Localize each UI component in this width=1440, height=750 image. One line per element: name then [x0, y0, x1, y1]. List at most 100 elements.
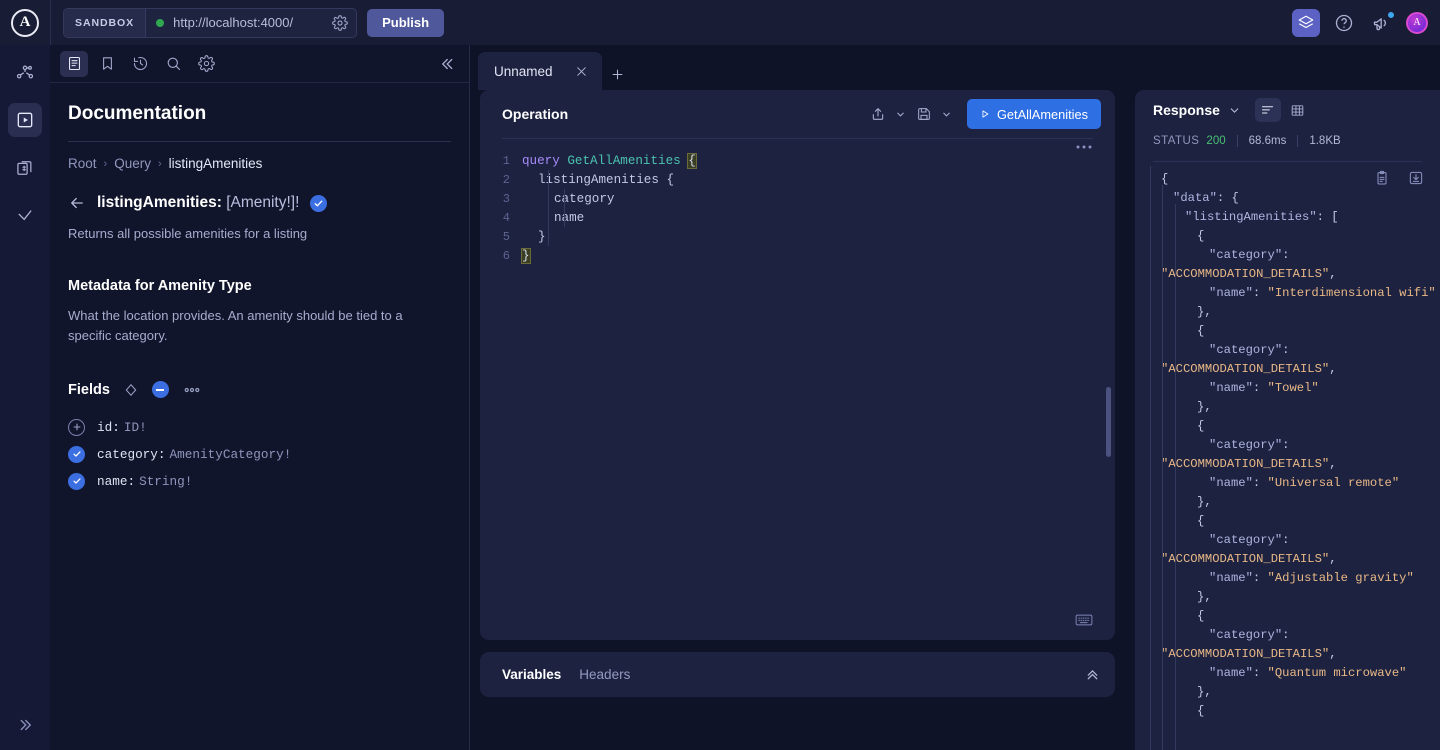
response-json[interactable]: {"data": {"listingAmenities": [{"categor… — [1135, 162, 1440, 750]
tab-headers[interactable]: Headers — [579, 667, 630, 682]
field-type: ID! — [123, 419, 147, 435]
top-bar: A SANDBOX http://localhost:4000/ Publish — [0, 0, 1440, 45]
json-line: }, — [1197, 495, 1212, 509]
collections-icon[interactable] — [8, 151, 42, 185]
breadcrumb-item-current[interactable]: listingAmenities — [169, 156, 263, 171]
metadata-description: What the location provides. An amenity s… — [68, 307, 403, 343]
docs-icon[interactable] — [60, 50, 88, 77]
metadata-heading: Metadata for Amenity Type — [68, 277, 252, 294]
run-operation-button[interactable]: GetAllAmenities — [966, 99, 1101, 129]
endpoint-url-field[interactable]: http://localhost:4000/ — [146, 15, 328, 30]
field-signature: listingAmenities: [Amenity!]! — [97, 194, 299, 212]
chevrons-left-icon[interactable] — [439, 55, 457, 73]
json-line: { — [1197, 609, 1205, 623]
json-lines: {"data": {"listingAmenities": [{"categor… — [1135, 170, 1440, 721]
tab-unnamed[interactable]: Unnamed — [478, 52, 602, 90]
settings-icon[interactable] — [192, 51, 220, 77]
announcements-icon[interactable] — [1368, 9, 1396, 37]
line-number: 3 — [502, 191, 510, 206]
json-line: "name": "Adjustable gravity" — [1209, 571, 1414, 585]
json-line: }, — [1197, 685, 1212, 699]
fields-more-icon[interactable] — [183, 386, 201, 394]
app-logo[interactable]: A — [0, 0, 50, 45]
field-row-name[interactable]: name: String! — [68, 468, 451, 494]
avatar[interactable]: A — [1406, 11, 1428, 34]
code-text: } — [521, 247, 531, 264]
clipboard-icon[interactable] — [1374, 170, 1390, 186]
back-arrow-icon[interactable] — [68, 194, 86, 212]
divider — [1236, 135, 1238, 147]
apollo-explorer-app: A SANDBOX http://localhost:4000/ Publish — [0, 0, 1440, 750]
breadcrumb-separator: › — [103, 157, 108, 170]
rail-expand-button[interactable] — [0, 716, 50, 734]
response-column: Response STATUS 200 68.6ms 1.8KB {"data… — [1125, 45, 1440, 750]
json-view-icon[interactable] — [1254, 98, 1281, 122]
response-actions — [1374, 170, 1424, 186]
left-rail — [0, 45, 50, 750]
keyboard-shortcuts-icon[interactable] — [1075, 613, 1093, 627]
bookmark-icon[interactable] — [93, 51, 121, 77]
share-chevron-down-icon[interactable] — [893, 101, 909, 127]
table-view-icon[interactable] — [1285, 98, 1311, 122]
json-line: }, — [1197, 590, 1212, 604]
line-number: 2 — [502, 172, 510, 187]
operation-column: Unnamed Operation GetAllAmenities 1 quer… — [470, 45, 1125, 750]
new-tab-button[interactable] — [610, 67, 625, 82]
close-icon[interactable] — [575, 65, 588, 78]
save-icon[interactable] — [911, 101, 937, 127]
share-icon[interactable] — [865, 101, 891, 127]
documentation-toolbar — [50, 45, 469, 83]
sandbox-badge: SANDBOX — [64, 8, 147, 37]
checks-icon[interactable] — [8, 199, 42, 233]
check-circle-icon[interactable] — [68, 445, 85, 463]
search-icon[interactable] — [159, 51, 187, 77]
download-icon[interactable] — [1408, 170, 1424, 186]
top-bar-actions: A — [1292, 8, 1440, 37]
json-line: "category": "ACCOMMODATION_DETAILS", — [1161, 628, 1337, 661]
code-line: 4 name — [480, 208, 1115, 227]
plus-circle-icon[interactable] — [68, 418, 85, 436]
code-text: } — [538, 229, 546, 244]
explorer-icon[interactable] — [8, 103, 42, 137]
chevron-down-icon[interactable] — [1228, 104, 1241, 117]
json-line: "category": "ACCOMMODATION_DETAILS", — [1161, 533, 1337, 566]
code-lines: 1 query GetAllAmenities {2 listingAmenitie… — [480, 151, 1115, 265]
tab-variables[interactable]: Variables — [502, 667, 561, 682]
json-line: "listingAmenities": [ — [1185, 210, 1339, 224]
code-line: 5} — [480, 227, 1115, 246]
operation-header: Operation GetAllAmenities — [480, 90, 1115, 138]
editor-scrollbar[interactable] — [1106, 387, 1111, 457]
publish-button[interactable]: Publish — [367, 8, 445, 37]
status-label: STATUS — [1153, 135, 1200, 147]
history-icon[interactable] — [126, 51, 154, 77]
check-circle-icon[interactable] — [68, 472, 85, 490]
json-line: "name": "Universal remote" — [1209, 476, 1400, 490]
schema-graph-icon[interactable] — [8, 55, 42, 89]
field-selected-check-icon[interactable] — [310, 194, 328, 212]
field-row-category[interactable]: category: AmenityCategory! — [68, 441, 451, 467]
json-line: { — [1197, 704, 1205, 718]
settings-gear-icon[interactable] — [328, 14, 356, 31]
deselect-all-icon[interactable] — [151, 381, 169, 399]
editor-more-icon[interactable] — [1075, 144, 1093, 150]
query-editor[interactable]: 1 query GetAllAmenities {2 listingAmenitie… — [480, 139, 1115, 639]
line-number: 4 — [502, 210, 510, 225]
indent-guide — [1175, 204, 1176, 750]
sort-diamond-icon[interactable] — [124, 383, 138, 397]
code-text: query GetAllAmenities { — [522, 152, 697, 169]
indent-guide — [1162, 185, 1163, 750]
help-icon[interactable] — [1330, 9, 1358, 37]
breadcrumb-item-root[interactable]: Root — [68, 156, 97, 171]
field-type: AmenityCategory! — [169, 446, 292, 462]
code-line: 1 query GetAllAmenities { — [480, 151, 1115, 170]
line-number: 5 — [502, 229, 510, 244]
endpoint-url-text: http://localhost:4000/ — [173, 15, 294, 30]
chevrons-up-icon[interactable] — [1084, 666, 1101, 683]
field-row-id[interactable]: id: ID! — [68, 414, 451, 440]
indent-guide — [564, 189, 565, 227]
line-number: 1 — [502, 153, 510, 168]
code-text: name — [554, 210, 585, 225]
graph-cube-icon[interactable] — [1292, 8, 1320, 37]
breadcrumb-item-query[interactable]: Query — [114, 156, 151, 171]
save-chevron-down-icon[interactable] — [939, 101, 955, 127]
